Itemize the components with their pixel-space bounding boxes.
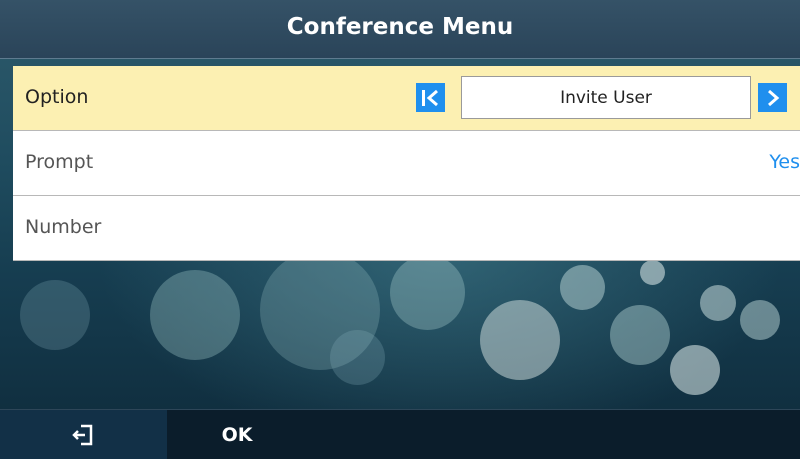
previous-option-button[interactable] bbox=[416, 83, 445, 112]
prompt-row[interactable]: Prompt Yes bbox=[13, 131, 800, 196]
prompt-label: Prompt bbox=[25, 151, 94, 173]
phone-screen: Conference Menu Option Invite User Promp… bbox=[0, 0, 800, 459]
prompt-value: Yes bbox=[769, 151, 800, 173]
number-label: Number bbox=[25, 216, 102, 238]
softkey-bar: OK bbox=[0, 409, 800, 459]
page-title: Conference Menu bbox=[286, 14, 514, 40]
settings-list: Option Invite User Prompt Yes Number bbox=[13, 66, 800, 261]
option-select[interactable]: Invite User bbox=[461, 76, 751, 119]
exit-icon bbox=[71, 424, 92, 446]
chevron-left-icon bbox=[421, 89, 438, 106]
chevron-right-icon bbox=[767, 89, 779, 106]
option-row[interactable]: Option Invite User bbox=[13, 66, 800, 131]
option-label: Option bbox=[25, 86, 89, 108]
number-row[interactable]: Number bbox=[13, 196, 800, 261]
next-option-button[interactable] bbox=[758, 83, 787, 112]
ok-softkey[interactable]: OK bbox=[167, 410, 307, 459]
back-softkey[interactable] bbox=[0, 410, 167, 459]
title-bar: Conference Menu bbox=[0, 0, 800, 59]
